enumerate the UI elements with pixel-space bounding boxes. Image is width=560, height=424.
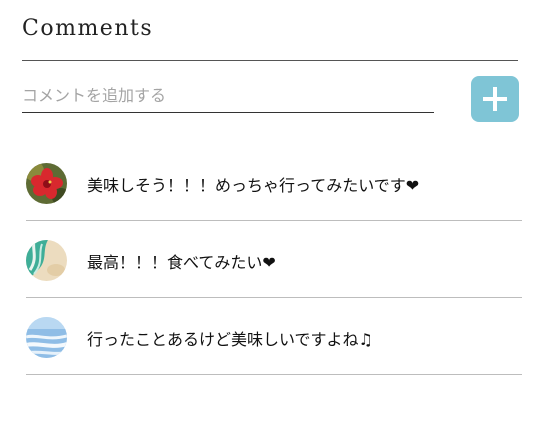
comment-input[interactable] <box>22 78 434 113</box>
comment-item: 最高！！！食べてみたい❤ <box>26 221 522 298</box>
hibiscus-avatar[interactable] <box>26 163 67 204</box>
comment-list: 美味しそう！！！めっちゃ行ってみたいです❤ 最高！！！食べてみたい❤ 行ったこと… <box>26 144 522 375</box>
add-comment-button[interactable] <box>471 76 519 122</box>
comment-text: 行ったことあるけど美味しいですよね♫ <box>87 330 373 349</box>
title-divider <box>22 60 518 61</box>
plus-icon <box>483 87 507 111</box>
comment-text: 美味しそう！！！めっちゃ行ってみたいです❤ <box>87 176 420 195</box>
comment-item: 美味しそう！！！めっちゃ行ってみたいです❤ <box>26 144 522 221</box>
comment-item: 行ったことあるけど美味しいですよね♫ <box>26 298 522 375</box>
ocean-avatar[interactable] <box>26 317 67 358</box>
beach-avatar[interactable] <box>26 240 67 281</box>
comment-text: 最高！！！食べてみたい❤ <box>87 253 276 272</box>
comments-title: Comments <box>22 16 154 41</box>
